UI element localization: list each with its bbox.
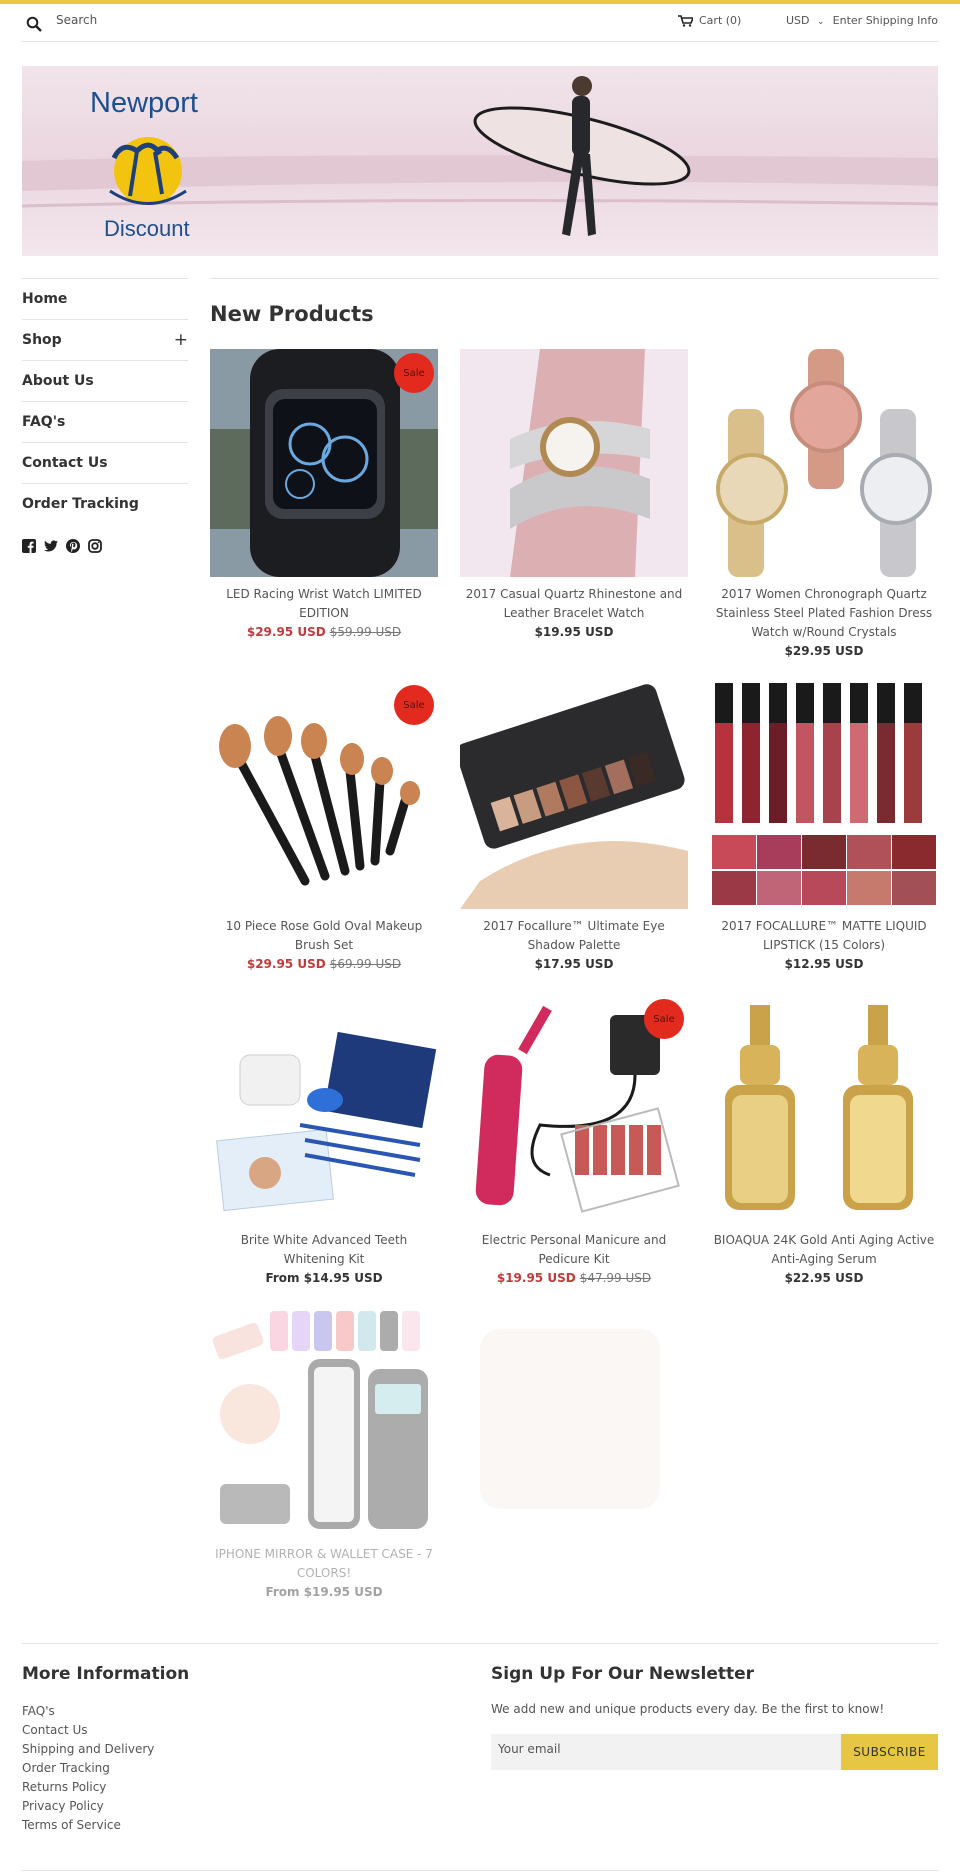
sidebar-item-faqs[interactable]: FAQ's xyxy=(22,401,188,442)
shipping-info-link[interactable]: Enter Shipping Info xyxy=(833,14,938,27)
footer-link[interactable]: Terms of Service xyxy=(22,1816,189,1835)
subscribe-button[interactable]: SUBSCRIBE xyxy=(841,1734,938,1770)
product-image[interactable] xyxy=(710,681,938,909)
cart-icon xyxy=(678,14,693,27)
sidebar-nav: Home Shop + About Us FAQ's Contact Us Or… xyxy=(22,278,188,553)
sale-badge: Sale xyxy=(394,353,434,393)
sidebar-item-label: Order Tracking xyxy=(22,496,139,512)
expand-plus-icon[interactable]: + xyxy=(174,330,188,350)
site-header: Search Cart (0) USD ⌄ Enter Shipping Inf… xyxy=(22,4,938,42)
sidebar-item-contact[interactable]: Contact Us xyxy=(22,442,188,483)
footer-link[interactable]: Contact Us xyxy=(22,1721,189,1740)
sidebar-item-shop[interactable]: Shop + xyxy=(22,319,188,360)
product-card[interactable]: Brite White Advanced Teeth Whitening Kit… xyxy=(210,995,438,1288)
product-title[interactable]: 2017 FOCALLURE™ MATTE LIQUID LIPSTICK (1… xyxy=(710,917,938,955)
main-divider xyxy=(210,278,938,279)
currency-value: USD xyxy=(786,14,810,27)
sidebar-item-label: About Us xyxy=(22,373,94,389)
product-price: $17.95 USD xyxy=(534,957,614,971)
twitter-icon[interactable] xyxy=(44,538,58,552)
footer-divider xyxy=(22,1643,938,1644)
footer-links: FAQ's Contact Us Shipping and Delivery O… xyxy=(22,1702,189,1835)
footer-info: More Information FAQ's Contact Us Shippi… xyxy=(22,1664,189,1835)
chevron-down-icon: ⌄ xyxy=(817,17,825,27)
cart-link[interactable]: Cart (0) xyxy=(678,14,741,27)
instagram-icon[interactable] xyxy=(88,538,102,553)
sidebar-item-order-tracking[interactable]: Order Tracking xyxy=(22,483,188,524)
product-price: $19.95 USD xyxy=(534,625,614,639)
product-title[interactable]: 2017 Women Chronograph Quartz Stainless … xyxy=(710,585,938,642)
product-title[interactable]: IPHONE MIRROR & WALLET CASE - 7 COLORS! xyxy=(210,1545,438,1583)
newsletter-text: We add new and unique products every day… xyxy=(491,1702,885,1716)
social-links xyxy=(22,538,188,553)
product-price: $29.95 USD xyxy=(784,644,864,658)
product-price: $29.95 USD $69.99 USD xyxy=(246,957,402,971)
product-card[interactable]: 2017 Focallure™ Ultimate Eye Shadow Pale… xyxy=(460,681,688,974)
product-price: $22.95 USD xyxy=(784,1271,864,1285)
product-price: $12.95 USD xyxy=(784,957,864,971)
sidebar-item-label: Contact Us xyxy=(22,455,108,471)
sale-badge: Sale xyxy=(394,685,434,725)
footer-newsletter: Sign Up For Our Newsletter We add new an… xyxy=(491,1664,884,1716)
email-input[interactable]: Your email xyxy=(491,1734,841,1770)
pinterest-icon[interactable] xyxy=(66,538,80,553)
bottom-divider xyxy=(22,1870,938,1871)
banner-image: Newport Discount xyxy=(22,66,938,256)
footer-link[interactable]: Privacy Policy xyxy=(22,1797,189,1816)
sidebar-item-home[interactable]: Home xyxy=(22,278,188,319)
product-title[interactable]: Brite White Advanced Teeth Whitening Kit xyxy=(210,1231,438,1269)
sidebar-item-label: Shop xyxy=(22,332,62,348)
product-image[interactable]: Sale xyxy=(460,995,688,1223)
product-image[interactable] xyxy=(460,681,688,909)
product-card[interactable]: 2017 Women Chronograph Quartz Stainless … xyxy=(710,349,938,661)
footer-info-title: More Information xyxy=(22,1664,190,1684)
product-price: $29.95 USD $59.99 USD xyxy=(246,625,402,639)
currency-select[interactable]: USD ⌄ xyxy=(786,14,825,27)
section-title: New Products xyxy=(210,302,374,326)
product-title[interactable]: 2017 Focallure™ Ultimate Eye Shadow Pale… xyxy=(460,917,688,955)
hero-banner: Newport Discount xyxy=(22,66,938,256)
product-price: From $14.95 USD xyxy=(265,1271,383,1285)
search-icon[interactable] xyxy=(26,16,42,32)
cart-label: Cart (0) xyxy=(699,14,742,27)
product-title[interactable]: 2017 Casual Quartz Rhinestone and Leathe… xyxy=(460,585,688,623)
product-card[interactable]: Sale Electric Personal Manicure and Pedi… xyxy=(460,995,688,1288)
footer-link[interactable]: Order Tracking xyxy=(22,1759,189,1778)
sidebar-item-label: FAQ's xyxy=(22,414,66,430)
newsletter-title: Sign Up For Our Newsletter xyxy=(491,1664,755,1684)
product-card[interactable]: 2017 FOCALLURE™ MATTE LIQUID LIPSTICK (1… xyxy=(710,681,938,974)
product-title[interactable]: LED Racing Wrist Watch LIMITED EDITION xyxy=(210,585,438,623)
product-card[interactable]: Sale 10 Piece Rose Gold Oval Makeup Brus… xyxy=(210,681,438,974)
footer-link[interactable]: FAQ's xyxy=(22,1702,189,1721)
product-image[interactable]: Sale xyxy=(210,681,438,909)
product-card[interactable]: IPHONE MIRROR & WALLET CASE - 7 COLORS! … xyxy=(210,1309,438,1602)
product-image[interactable] xyxy=(210,1309,438,1537)
footer-link[interactable]: Shipping and Delivery xyxy=(22,1740,189,1759)
product-title[interactable]: BIOAQUA 24K Gold Anti Aging Active Anti-… xyxy=(710,1231,938,1269)
product-price: From $19.95 USD xyxy=(265,1585,383,1599)
product-image[interactable] xyxy=(460,1309,688,1537)
logo-text-bottom: Discount xyxy=(104,216,190,241)
facebook-icon[interactable] xyxy=(22,538,36,553)
logo-text-top: Newport xyxy=(90,87,198,119)
product-image[interactable] xyxy=(210,995,438,1223)
product-title[interactable]: 10 Piece Rose Gold Oval Makeup Brush Set xyxy=(210,917,438,955)
product-card[interactable]: BIOAQUA 24K Gold Anti Aging Active Anti-… xyxy=(710,995,938,1288)
search-input[interactable]: Search xyxy=(56,13,97,27)
sidebar-item-label: Home xyxy=(22,291,68,307)
product-image[interactable]: Sale xyxy=(210,349,438,577)
product-card[interactable]: 2017 Casual Quartz Rhinestone and Leathe… xyxy=(460,349,688,642)
sale-badge: Sale xyxy=(644,999,684,1039)
product-title[interactable]: Electric Personal Manicure and Pedicure … xyxy=(460,1231,688,1269)
product-price: $19.95 USD $47.99 USD xyxy=(496,1271,652,1285)
sidebar-item-about[interactable]: About Us xyxy=(22,360,188,401)
product-image[interactable] xyxy=(710,995,938,1223)
product-card[interactable]: Sale LED Racing Wrist Watch LIMITED EDIT… xyxy=(210,349,438,642)
footer-link[interactable]: Returns Policy xyxy=(22,1778,189,1797)
product-image[interactable] xyxy=(710,349,938,577)
product-image[interactable] xyxy=(460,349,688,577)
product-card[interactable] xyxy=(460,1309,688,1537)
